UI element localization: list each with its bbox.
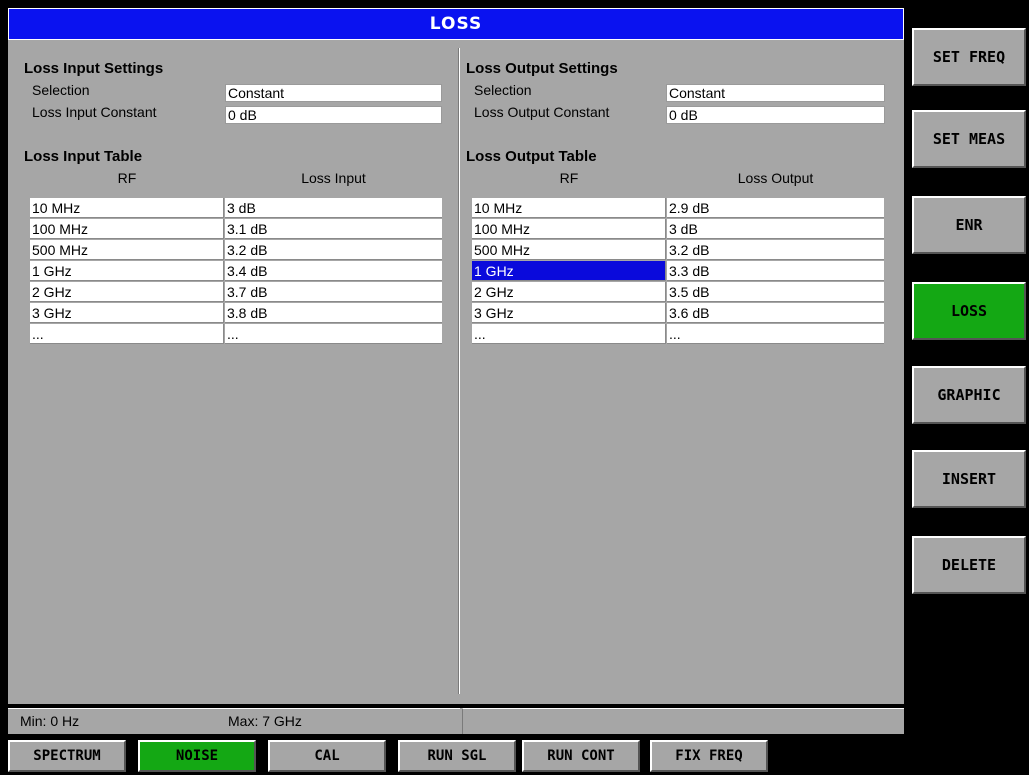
- loss-cell[interactable]: 3.7 dB: [225, 282, 442, 302]
- table-row[interactable]: 500 MHz 3.2 dB: [472, 240, 884, 261]
- rf-cell[interactable]: 100 MHz: [30, 219, 224, 239]
- status-bar: Min: 0 Hz Max: 7 GHz: [8, 708, 904, 734]
- output-constant-label: Loss Output Constant: [474, 104, 610, 120]
- rf-cell[interactable]: ...: [472, 324, 666, 344]
- hotkey-run-cont[interactable]: RUN CONT: [522, 740, 640, 772]
- table-row[interactable]: 2 GHz 3.7 dB: [30, 282, 442, 303]
- hotkey-spectrum[interactable]: SPECTRUM: [8, 740, 126, 772]
- input-constant-field[interactable]: 0 dB: [225, 106, 442, 124]
- status-max: Max: 7 GHz: [228, 713, 302, 729]
- input-col-loss: Loss Input: [301, 170, 366, 186]
- output-col-rf: RF: [559, 170, 579, 186]
- table-row[interactable]: 1 GHz 3.4 dB: [30, 261, 442, 282]
- rf-cell[interactable]: 3 GHz: [30, 303, 224, 323]
- loss-cell[interactable]: 3.3 dB: [667, 261, 884, 281]
- softkey-set-freq[interactable]: SET FREQ: [912, 28, 1026, 86]
- table-row[interactable]: 2 GHz 3.5 dB: [472, 282, 884, 303]
- rf-cell[interactable]: 500 MHz: [30, 240, 224, 260]
- softkey-loss[interactable]: LOSS: [912, 282, 1026, 340]
- softkey-graphic[interactable]: GRAPHIC: [912, 366, 1026, 424]
- softkey-set-meas[interactable]: SET MEAS: [912, 110, 1026, 168]
- loss-input-settings-title: Loss Input Settings: [24, 60, 164, 77]
- loss-cell[interactable]: ...: [225, 324, 442, 344]
- loss-cell[interactable]: 3.1 dB: [225, 219, 442, 239]
- input-constant-label: Loss Input Constant: [32, 104, 157, 120]
- table-row[interactable]: 10 MHz 2.9 dB: [472, 198, 884, 219]
- loss-cell[interactable]: 3.4 dB: [225, 261, 442, 281]
- table-row[interactable]: 10 MHz 3 dB: [30, 198, 442, 219]
- softkey-enr[interactable]: ENR: [912, 196, 1026, 254]
- loss-cell[interactable]: 3.6 dB: [667, 303, 884, 323]
- hotkey-noise[interactable]: NOISE: [138, 740, 256, 772]
- rf-cell[interactable]: 2 GHz: [30, 282, 224, 302]
- rf-cell[interactable]: 100 MHz: [472, 219, 666, 239]
- rf-cell[interactable]: 3 GHz: [472, 303, 666, 323]
- table-row[interactable]: 100 MHz 3.1 dB: [30, 219, 442, 240]
- rf-cell[interactable]: 2 GHz: [472, 282, 666, 302]
- loss-cell[interactable]: 3 dB: [667, 219, 884, 239]
- softkey-insert[interactable]: INSERT: [912, 450, 1026, 508]
- loss-cell[interactable]: 2.9 dB: [667, 198, 884, 218]
- table-row[interactable]: 3 GHz 3.6 dB: [472, 303, 884, 324]
- table-row-selected[interactable]: 1 GHz 3.3 dB: [472, 261, 884, 282]
- table-row[interactable]: ... ...: [30, 324, 442, 345]
- status-right: [462, 708, 904, 734]
- loss-cell[interactable]: 3.2 dB: [667, 240, 884, 260]
- hotkey-fix-freq[interactable]: FIX FREQ: [650, 740, 768, 772]
- rf-cell[interactable]: ...: [30, 324, 224, 344]
- loss-cell[interactable]: ...: [667, 324, 884, 344]
- rf-cell[interactable]: 10 MHz: [30, 198, 224, 218]
- table-row[interactable]: 3 GHz 3.8 dB: [30, 303, 442, 324]
- hotkey-cal[interactable]: CAL: [268, 740, 386, 772]
- loss-cell[interactable]: 3.5 dB: [667, 282, 884, 302]
- output-col-loss: Loss Output: [737, 170, 814, 186]
- output-constant-field[interactable]: 0 dB: [666, 106, 885, 124]
- table-row[interactable]: ... ...: [472, 324, 884, 345]
- input-selection-field[interactable]: Constant: [225, 84, 442, 102]
- status-left: Min: 0 Hz Max: 7 GHz: [8, 708, 460, 734]
- input-col-rf: RF: [117, 170, 137, 186]
- loss-dialog: LOSS Loss Input Settings Selection Const…: [8, 8, 904, 704]
- rf-cell[interactable]: 1 GHz: [30, 261, 224, 281]
- loss-input-table-title: Loss Input Table: [24, 148, 143, 165]
- rf-cell[interactable]: 10 MHz: [472, 198, 666, 218]
- status-min: Min: 0 Hz: [20, 713, 80, 729]
- dialog-title: LOSS: [8, 8, 904, 40]
- loss-cell[interactable]: 3 dB: [225, 198, 442, 218]
- rf-cell-selected[interactable]: 1 GHz: [472, 261, 666, 281]
- table-row[interactable]: 100 MHz 3 dB: [472, 219, 884, 240]
- input-selection-label: Selection: [32, 82, 90, 98]
- loss-output-table-title: Loss Output Table: [466, 148, 597, 165]
- loss-output-settings-title: Loss Output Settings: [466, 60, 618, 77]
- hotkey-run-sgl[interactable]: RUN SGL: [398, 740, 516, 772]
- softkey-delete[interactable]: DELETE: [912, 536, 1026, 594]
- panel-divider: [458, 48, 460, 694]
- loss-cell[interactable]: 3.8 dB: [225, 303, 442, 323]
- output-selection-field[interactable]: Constant: [666, 84, 885, 102]
- rf-cell[interactable]: 500 MHz: [472, 240, 666, 260]
- loss-cell[interactable]: 3.2 dB: [225, 240, 442, 260]
- table-row[interactable]: 500 MHz 3.2 dB: [30, 240, 442, 261]
- output-selection-label: Selection: [474, 82, 532, 98]
